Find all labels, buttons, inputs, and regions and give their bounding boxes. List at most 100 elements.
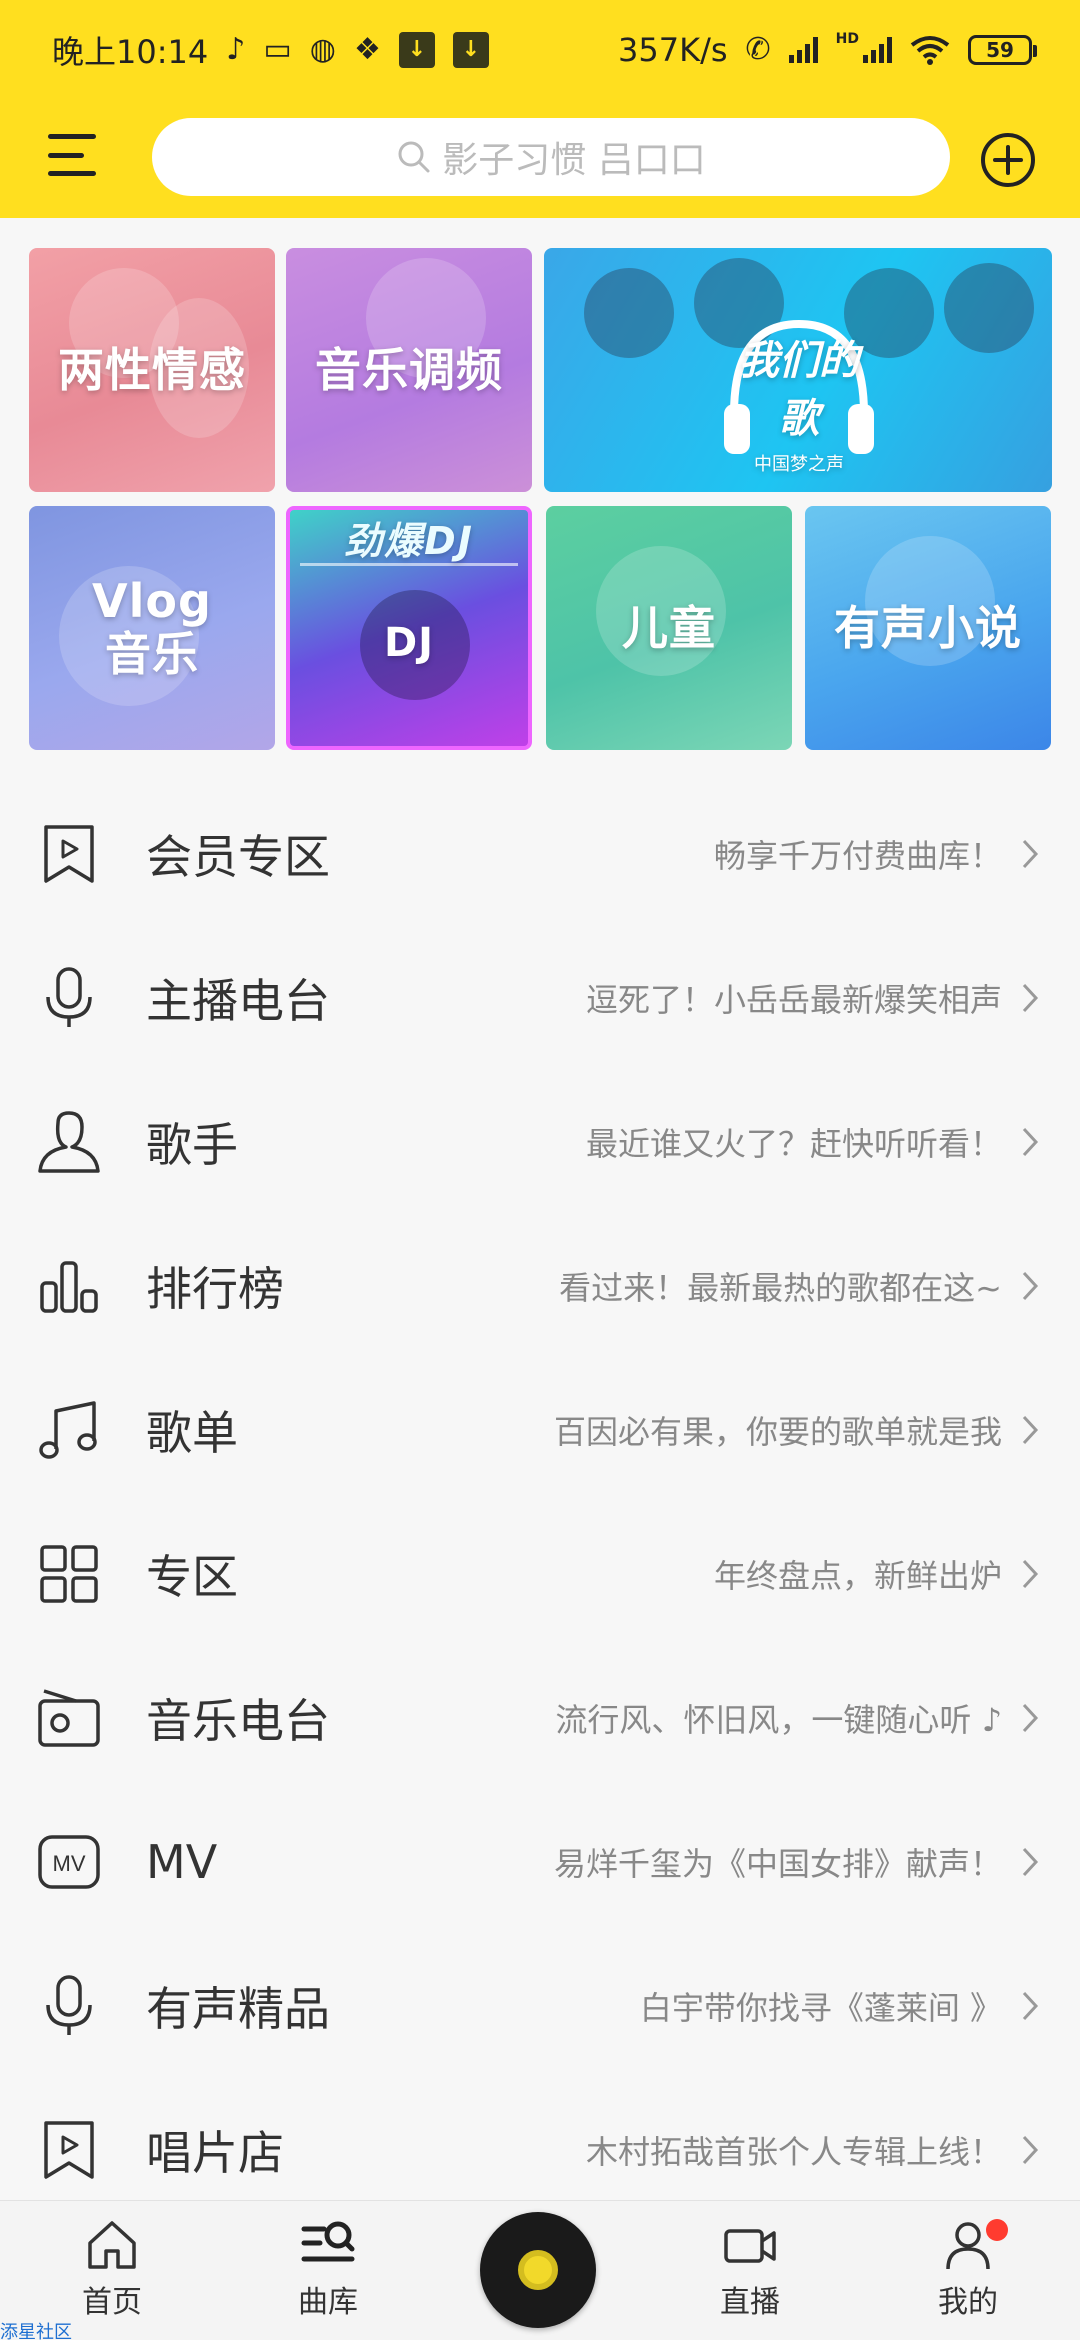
list-item-audio-premium[interactable]: 有声精品 白宇带你找寻《蓬莱间 》	[0, 1934, 1080, 2078]
chevron-right-icon	[1022, 839, 1039, 869]
list-item-subtitle: 年终盘点，新鲜出炉	[713, 1557, 1002, 1595]
list-item-title: 主播电台	[146, 974, 330, 1028]
wechat-icon: ◍	[309, 32, 336, 67]
list-item-subtitle: 易烊千玺为《中国女排》献声！	[553, 1845, 1002, 1883]
list-item-anchor-radio[interactable]: 主播电台 逗死了！小岳岳最新爆笑相声	[0, 926, 1080, 1070]
banner-label: 音乐	[105, 627, 199, 681]
watermark: 添星社区	[0, 2322, 72, 2340]
list-item-music-radio[interactable]: 音乐电台 流行风、怀旧风，一键随心听 ♪	[0, 1646, 1080, 1790]
status-time: 晚上10:14	[52, 33, 209, 71]
person-icon	[36, 1109, 102, 1175]
dj-banner-title: 劲爆DJ	[300, 516, 518, 566]
list-item-title: 排行榜	[146, 1262, 284, 1316]
banner-label: 有声小说	[834, 600, 1022, 655]
list-item-subtitle: 木村拓哉首张个人专辑上线！	[585, 2133, 1002, 2171]
search-row: 影子习惯 吕口口	[0, 112, 1080, 202]
banner-label: 儿童	[622, 600, 716, 655]
microphone-icon	[36, 965, 102, 1031]
banner-our-song[interactable]: 我们的歌 中国梦之声	[544, 248, 1052, 492]
home-icon	[88, 2221, 136, 2269]
list-item-subtitle: 白宇带你找寻《蓬莱间 》	[639, 1989, 1002, 2027]
vinyl-icon	[518, 2250, 558, 2290]
list-item-subtitle: 百因必有果，你要的歌单就是我	[553, 1413, 1002, 1451]
list-item-vip[interactable]: 会员专区 畅享千万付费曲库！	[0, 782, 1080, 926]
banner-label: Vlog	[92, 574, 212, 629]
banner-label: 我们的歌	[739, 338, 859, 442]
mv-icon: MV	[36, 1829, 102, 1895]
search-input[interactable]: 影子习惯 吕口口	[152, 118, 950, 196]
list-item-playlist[interactable]: 歌单 百因必有果，你要的歌单就是我	[0, 1358, 1080, 1502]
banner-label: 音乐调频	[315, 342, 503, 397]
microphone-icon	[36, 1973, 102, 2039]
list-item-subtitle: 看过来！最新最热的歌都在这~	[559, 1269, 1002, 1307]
chevron-right-icon	[1022, 1559, 1039, 1589]
chevron-right-icon	[1022, 1847, 1039, 1877]
person-image	[944, 263, 1034, 353]
chevron-right-icon	[1022, 1991, 1039, 2021]
banner-kids[interactable]: 儿童	[546, 506, 792, 750]
chevron-right-icon	[1022, 1127, 1039, 1157]
list-item-title: 唱片店	[146, 2126, 284, 2180]
chevron-right-icon	[1022, 1271, 1039, 1301]
list-item-title: 歌手	[146, 1118, 238, 1172]
banner-relationship[interactable]: 两性情感	[29, 248, 275, 492]
video-camera-icon	[724, 2229, 776, 2263]
list-item-title: 音乐电台	[146, 1694, 330, 1748]
search-icon	[398, 141, 430, 173]
banner-label: DJ	[383, 620, 435, 666]
chevron-right-icon	[1022, 1703, 1039, 1733]
list-item-subtitle: 逗死了！小岳岳最新爆笑相声	[585, 981, 1002, 1019]
list-item-mv[interactable]: MV MV 易烊千玺为《中国女排》献声！	[0, 1790, 1080, 1934]
banner-music-fm[interactable]: 音乐调频	[286, 248, 532, 492]
list-item-zone[interactable]: 专区 年终盘点，新鲜出炉	[0, 1502, 1080, 1646]
list-item-title: MV	[146, 1835, 218, 1889]
battery-icon: 59	[968, 35, 1037, 65]
wifi-icon	[910, 36, 950, 65]
list-item-title: 歌单	[146, 1406, 238, 1460]
hd-label: HD	[835, 31, 859, 47]
list-item-title: 有声精品	[146, 1982, 330, 2036]
tiktok-icon: ♪	[226, 32, 246, 67]
bookmark-play-icon	[36, 2117, 102, 2183]
top-header: 晚上10:14 ♪ ▭ ◍ ❖ ↓ ↓ 357K/s ✆ HD 59 影子习惯 …	[0, 0, 1080, 218]
music-note-icon	[36, 1397, 102, 1463]
add-icon[interactable]	[980, 132, 1036, 188]
list-item-subtitle: 流行风、怀旧风，一键随心听 ♪	[555, 1701, 1002, 1739]
bar-chart-icon	[36, 1253, 102, 1319]
list-item-singer[interactable]: 歌手 最近谁又火了？赶快听听看！	[0, 1070, 1080, 1214]
banner-sub: 中国梦之声	[754, 454, 844, 475]
chevron-right-icon	[1022, 1415, 1039, 1445]
bookmark-play-icon	[36, 821, 102, 887]
nav-label: 首页	[82, 2285, 142, 2320]
search-placeholder: 影子习惯 吕口口	[442, 140, 706, 181]
grid-icon	[36, 1541, 102, 1607]
our-song-logo: 我们的歌 中国梦之声	[734, 328, 864, 476]
list-item-subtitle: 最近谁又火了？赶快听听看！	[585, 1125, 1002, 1163]
banner-dj[interactable]: 劲爆DJ DJ	[286, 506, 532, 750]
menu-icon[interactable]	[48, 134, 96, 176]
nav-library[interactable]: 曲库	[258, 2217, 398, 2337]
download-icon: ↓	[452, 32, 489, 68]
chevron-right-icon	[1022, 983, 1039, 1013]
svg-text:MV: MV	[53, 1851, 86, 1876]
library-search-icon	[301, 2221, 355, 2262]
banner-vlog-music[interactable]: Vlog 音乐	[29, 506, 275, 750]
nav-live[interactable]: 直播	[680, 2217, 820, 2337]
message-icon: ▭	[263, 32, 292, 67]
chevron-right-icon	[1022, 2135, 1039, 2165]
signal-icon	[788, 37, 818, 63]
list-item-ranking[interactable]: 排行榜 看过来！最新最热的歌都在这~	[0, 1214, 1080, 1358]
list-item-subtitle: 畅享千万付费曲库！	[713, 837, 1002, 875]
download-icon: ↓	[398, 32, 435, 68]
banner-label-block: Vlog 音乐	[92, 575, 212, 681]
player-disc-button[interactable]	[480, 2212, 596, 2328]
person-image	[584, 268, 674, 358]
notification-badge	[986, 2219, 1008, 2241]
radio-icon	[36, 1685, 102, 1751]
banner-audiobook[interactable]: 有声小说	[805, 506, 1051, 750]
nav-mine[interactable]: 我的	[898, 2217, 1038, 2337]
nav-label: 曲库	[298, 2285, 358, 2320]
app-notification-icon: ❖	[353, 32, 381, 67]
signal-icon	[863, 37, 892, 63]
list-item-title: 专区	[146, 1550, 238, 1604]
